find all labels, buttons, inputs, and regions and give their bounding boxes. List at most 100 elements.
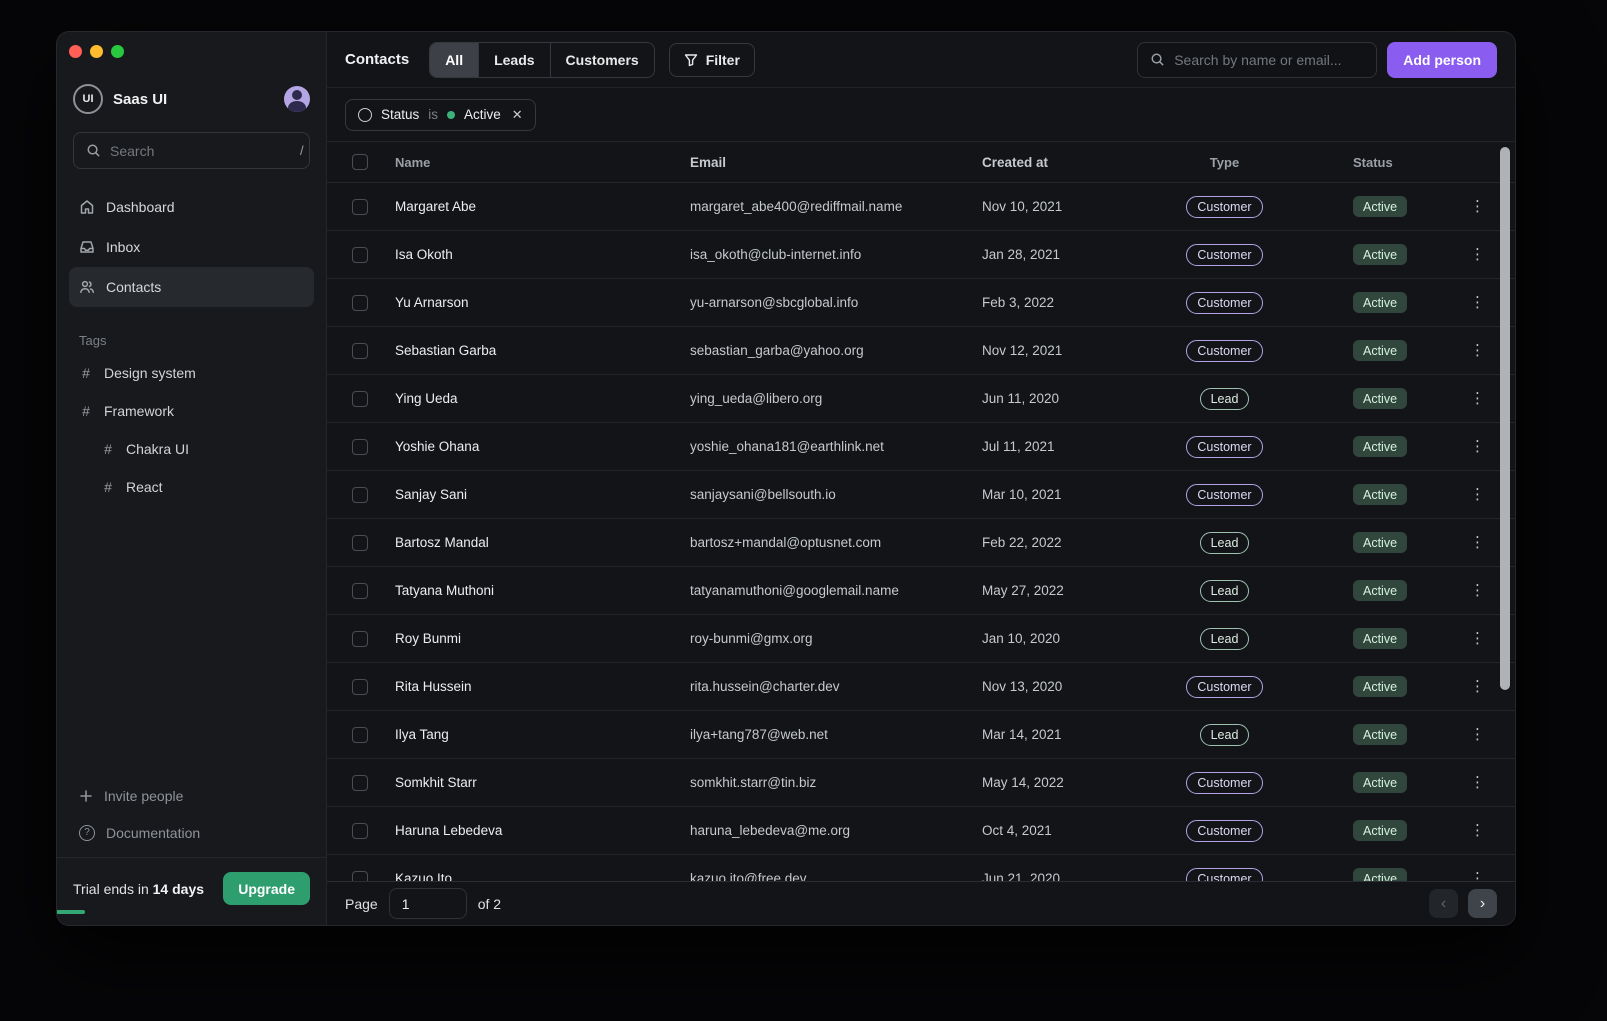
minimize-window-button[interactable] <box>90 45 103 58</box>
table-row[interactable]: Kazuo Ito kazuo.ito@free.dev Jun 21, 202… <box>327 855 1515 881</box>
row-menu-icon[interactable]: ⋮ <box>1470 439 1485 454</box>
table-header: Name Email Created at Type Status <box>327 142 1515 183</box>
tag-design-system[interactable]: # Design system <box>69 354 314 392</box>
remove-filter-icon[interactable]: ✕ <box>512 107 523 123</box>
filter-button[interactable]: Filter <box>669 43 755 77</box>
row-menu-icon[interactable]: ⋮ <box>1470 343 1485 358</box>
tag-chakra-ui[interactable]: # Chakra UI <box>69 430 314 468</box>
table-row[interactable]: Bartosz Mandal bartosz+mandal@optusnet.c… <box>327 519 1515 567</box>
contacts-search-input[interactable] <box>1174 52 1364 68</box>
close-window-button[interactable] <box>69 45 82 58</box>
row-checkbox[interactable] <box>352 823 368 839</box>
row-checkbox[interactable] <box>352 631 368 647</box>
tab-all[interactable]: All <box>430 43 478 77</box>
table-row[interactable]: Ying Ueda ying_ueda@libero.org Jun 11, 2… <box>327 375 1515 423</box>
table-scrollbar[interactable] <box>1500 147 1510 690</box>
page-number-input[interactable] <box>389 888 467 919</box>
status-badge: Active <box>1353 340 1407 361</box>
column-header-name[interactable]: Name <box>395 155 690 170</box>
row-checkbox[interactable] <box>352 391 368 407</box>
workspace-header: UI Saas UI <box>57 84 326 114</box>
table-row[interactable]: Yoshie Ohana yoshie_ohana181@earthlink.n… <box>327 423 1515 471</box>
row-menu-icon[interactable]: ⋮ <box>1470 391 1485 406</box>
documentation-link[interactable]: ? Documentation <box>69 814 314 851</box>
table-row[interactable]: Roy Bunmi roy-bunmi@gmx.org Jan 10, 2020… <box>327 615 1515 663</box>
tab-leads[interactable]: Leads <box>478 43 549 77</box>
tag-react[interactable]: # React <box>69 468 314 506</box>
row-checkbox[interactable] <box>352 727 368 743</box>
type-badge: Customer <box>1186 436 1262 458</box>
tag-framework[interactable]: # Framework <box>69 392 314 430</box>
next-page-button[interactable]: › <box>1468 889 1497 918</box>
type-badge: Lead <box>1200 724 1250 746</box>
filter-operator[interactable]: is <box>428 107 438 122</box>
row-checkbox[interactable] <box>352 343 368 359</box>
hash-icon: # <box>101 479 115 495</box>
column-header-created[interactable]: Created at <box>982 155 1152 170</box>
row-menu-icon[interactable]: ⋮ <box>1470 775 1485 790</box>
row-checkbox[interactable] <box>352 535 368 551</box>
previous-page-button[interactable]: ‹ <box>1429 889 1458 918</box>
table-row[interactable]: Sebastian Garba sebastian_garba@yahoo.or… <box>327 327 1515 375</box>
row-checkbox[interactable] <box>352 679 368 695</box>
column-header-status[interactable]: Status <box>1297 155 1447 170</box>
row-menu-icon[interactable]: ⋮ <box>1470 679 1485 694</box>
table-row[interactable]: Somkhit Starr somkhit.starr@tin.biz May … <box>327 759 1515 807</box>
active-status-dot <box>447 111 455 119</box>
zoom-window-button[interactable] <box>111 45 124 58</box>
row-checkbox[interactable] <box>352 199 368 215</box>
row-checkbox[interactable] <box>352 871 368 882</box>
row-menu-icon[interactable]: ⋮ <box>1470 487 1485 502</box>
row-menu-icon[interactable]: ⋮ <box>1470 535 1485 550</box>
row-menu-icon[interactable]: ⋮ <box>1470 247 1485 262</box>
row-menu-icon[interactable]: ⋮ <box>1470 199 1485 214</box>
sidebar-item-inbox[interactable]: Inbox <box>69 227 314 267</box>
table-row[interactable]: Rita Hussein rita.hussein@charter.dev No… <box>327 663 1515 711</box>
row-menu-icon[interactable]: ⋮ <box>1470 727 1485 742</box>
row-menu-icon[interactable]: ⋮ <box>1470 583 1485 598</box>
contact-email: ilya+tang787@web.net <box>690 727 982 742</box>
contact-created-at: Mar 10, 2021 <box>982 487 1152 502</box>
select-all-checkbox[interactable] <box>352 154 368 170</box>
filter-value[interactable]: Active <box>464 107 501 122</box>
sidebar-item-label: Inbox <box>106 239 140 255</box>
row-checkbox[interactable] <box>352 439 368 455</box>
table-row[interactable]: Yu Arnarson yu-arnarson@sbcglobal.info F… <box>327 279 1515 327</box>
invite-people-button[interactable]: Invite people <box>69 777 314 814</box>
table-row[interactable]: Margaret Abe margaret_abe400@rediffmail.… <box>327 183 1515 231</box>
row-checkbox[interactable] <box>352 247 368 263</box>
add-person-button[interactable]: Add person <box>1387 42 1497 78</box>
contact-email: isa_okoth@club-internet.info <box>690 247 982 262</box>
table-row[interactable]: Sanjay Sani sanjaysani@bellsouth.io Mar … <box>327 471 1515 519</box>
user-avatar[interactable] <box>284 86 310 112</box>
row-checkbox[interactable] <box>352 295 368 311</box>
column-header-type[interactable]: Type <box>1152 155 1297 170</box>
row-menu-icon[interactable]: ⋮ <box>1470 871 1485 881</box>
contact-created-at: Oct 4, 2021 <box>982 823 1152 838</box>
sidebar-search-input[interactable] <box>110 143 291 159</box>
row-menu-icon[interactable]: ⋮ <box>1470 295 1485 310</box>
contacts-search[interactable] <box>1137 42 1377 78</box>
table-row[interactable]: Isa Okoth isa_okoth@club-internet.info J… <box>327 231 1515 279</box>
row-checkbox[interactable] <box>352 487 368 503</box>
contact-email: tatyanamuthoni@googlemail.name <box>690 583 982 598</box>
sidebar-item-dashboard[interactable]: Dashboard <box>69 187 314 227</box>
tab-customers[interactable]: Customers <box>550 43 654 77</box>
filter-field[interactable]: Status <box>381 107 419 122</box>
table-row[interactable]: Ilya Tang ilya+tang787@web.net Mar 14, 2… <box>327 711 1515 759</box>
status-filter-chip[interactable]: Status is Active ✕ <box>345 99 536 131</box>
row-checkbox[interactable] <box>352 583 368 599</box>
row-menu-icon[interactable]: ⋮ <box>1470 823 1485 838</box>
contact-name: Somkhit Starr <box>395 775 690 790</box>
sidebar-search[interactable]: / <box>73 132 310 169</box>
type-badge: Lead <box>1200 580 1250 602</box>
hash-icon: # <box>79 365 93 381</box>
table-row[interactable]: Haruna Lebedeva haruna_lebedeva@me.org O… <box>327 807 1515 855</box>
table-row[interactable]: Tatyana Muthoni tatyanamuthoni@googlemai… <box>327 567 1515 615</box>
column-header-email[interactable]: Email <box>690 155 982 170</box>
upgrade-button[interactable]: Upgrade <box>223 872 310 905</box>
row-checkbox[interactable] <box>352 775 368 791</box>
type-badge: Customer <box>1186 244 1262 266</box>
sidebar-item-contacts[interactable]: Contacts <box>69 267 314 307</box>
row-menu-icon[interactable]: ⋮ <box>1470 631 1485 646</box>
